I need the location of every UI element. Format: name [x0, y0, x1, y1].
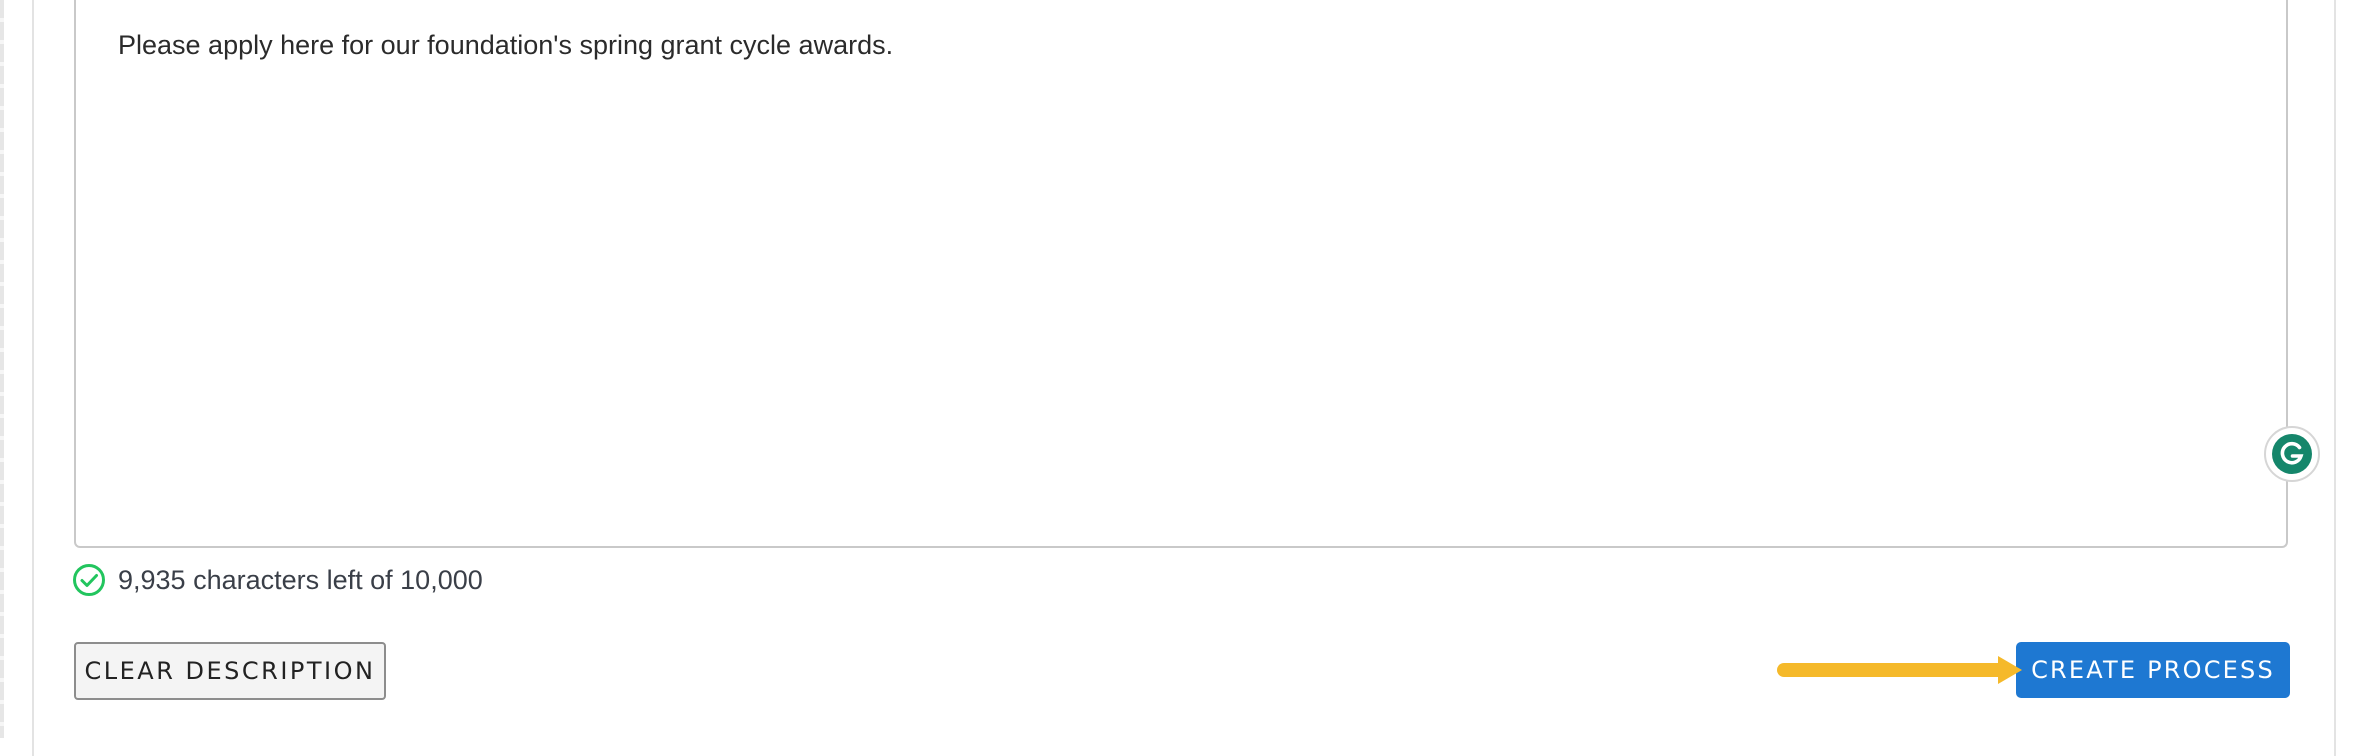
grammarly-icon[interactable] — [2264, 426, 2320, 482]
description-text[interactable]: Please apply here for our foundation's s… — [118, 30, 893, 61]
check-circle-icon — [73, 564, 105, 596]
create-process-button[interactable]: CREATE PROCESS — [2016, 642, 2290, 698]
clear-description-button[interactable]: CLEAR DESCRIPTION — [74, 642, 386, 700]
page-edge — [0, 0, 4, 738]
character-counter: 9,935 characters left of 10,000 — [72, 562, 483, 598]
character-counter-text: 9,935 characters left of 10,000 — [118, 564, 483, 595]
description-editor[interactable]: Please apply here for our foundation's s… — [74, 0, 2320, 548]
arrow-right-icon — [1777, 656, 2022, 684]
